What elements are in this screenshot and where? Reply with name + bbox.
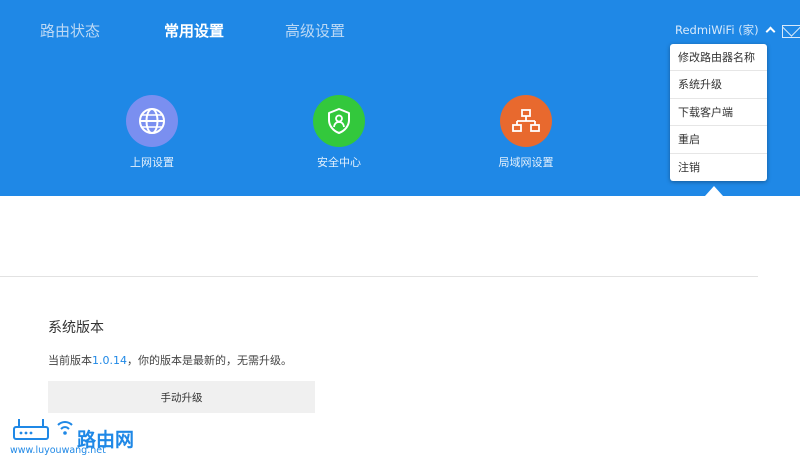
globe-icon [139,108,165,134]
menu-item-system-upgrade[interactable]: 系统升级 [670,71,767,99]
manual-upgrade-button[interactable]: 手动升级 [48,381,315,413]
tile-label: 上网设置 [130,156,174,169]
menu-item-logout[interactable]: 注销 [670,154,767,181]
section-title: 系统版本 [48,320,104,336]
tile-security-center[interactable]: 安全中心 [279,95,399,170]
page: 路由状态 常用设置 高级设置 RedmiWiFi (家) 上网设置 安全中心 局… [0,0,800,471]
menu-item-download-client[interactable]: 下载客户端 [670,99,767,127]
section-divider [0,276,758,277]
version-suffix: ，你的版本是最新的，无需升级。 [127,354,292,367]
router-name-label: RedmiWiFi (家) [675,23,759,37]
tile-label: 局域网设置 [498,156,554,169]
tile-lan-settings[interactable]: 局域网设置 [466,95,586,170]
security-center-circle [313,95,365,147]
tile-internet-settings[interactable]: 上网设置 [92,95,212,170]
network-icon [512,109,540,132]
chevron-up-icon [765,26,776,37]
version-prefix: 当前版本 [48,354,92,367]
account-menu-toggle[interactable]: RedmiWiFi (家) [675,22,776,38]
version-status: 当前版本1.0.14，你的版本是最新的，无需升级。 [48,352,292,368]
watermark-logo: 路由网 www.luyouwang.net [10,415,134,463]
tile-label: 安全中心 [317,156,361,169]
internet-settings-circle [126,95,178,147]
shield-user-icon [328,108,350,134]
tab-pointer [705,186,723,196]
lan-settings-circle [500,95,552,147]
nav-router-status[interactable]: 路由状态 [40,20,100,41]
mail-icon[interactable] [782,25,800,38]
menu-item-reboot[interactable]: 重启 [670,126,767,154]
version-number: 1.0.14 [92,354,127,367]
router-logo-icon [13,419,73,440]
menu-item-rename-router[interactable]: 修改路由器名称 [670,44,767,72]
watermark-url: www.luyouwang.net [10,445,106,456]
account-dropdown-menu: 修改路由器名称 系统升级 下载客户端 重启 注销 [670,44,767,181]
nav-common-settings[interactable]: 常用设置 [164,20,224,41]
nav-advanced-settings[interactable]: 高级设置 [285,20,345,41]
